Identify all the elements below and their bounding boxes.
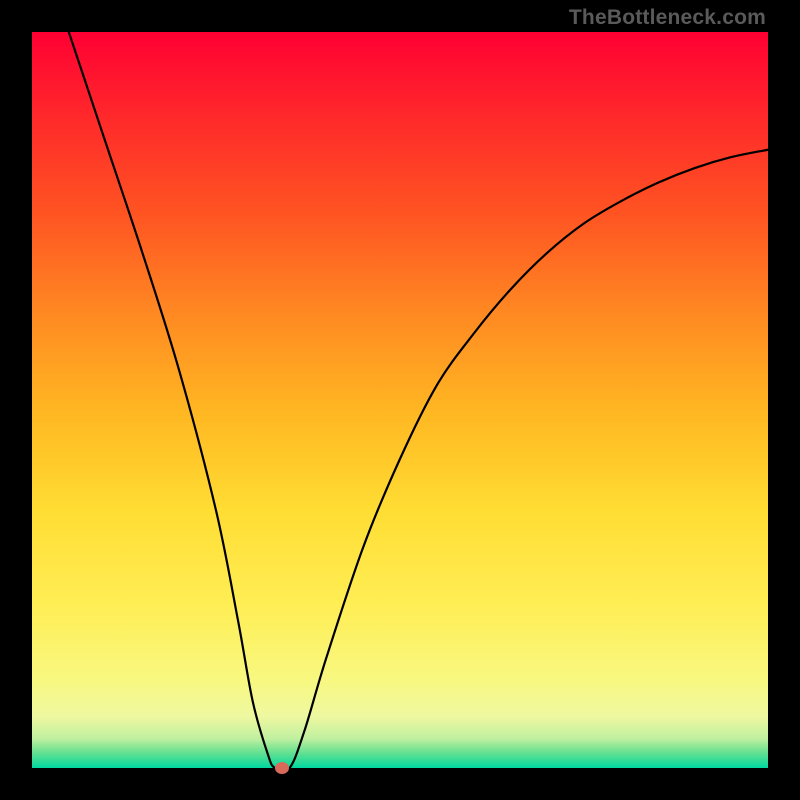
plot-area [32, 32, 768, 768]
curve-svg [32, 32, 768, 768]
minimum-marker [275, 762, 289, 774]
watermark-text: TheBottleneck.com [569, 6, 766, 30]
bottleneck-curve [69, 32, 768, 771]
chart-frame: TheBottleneck.com [0, 0, 800, 800]
